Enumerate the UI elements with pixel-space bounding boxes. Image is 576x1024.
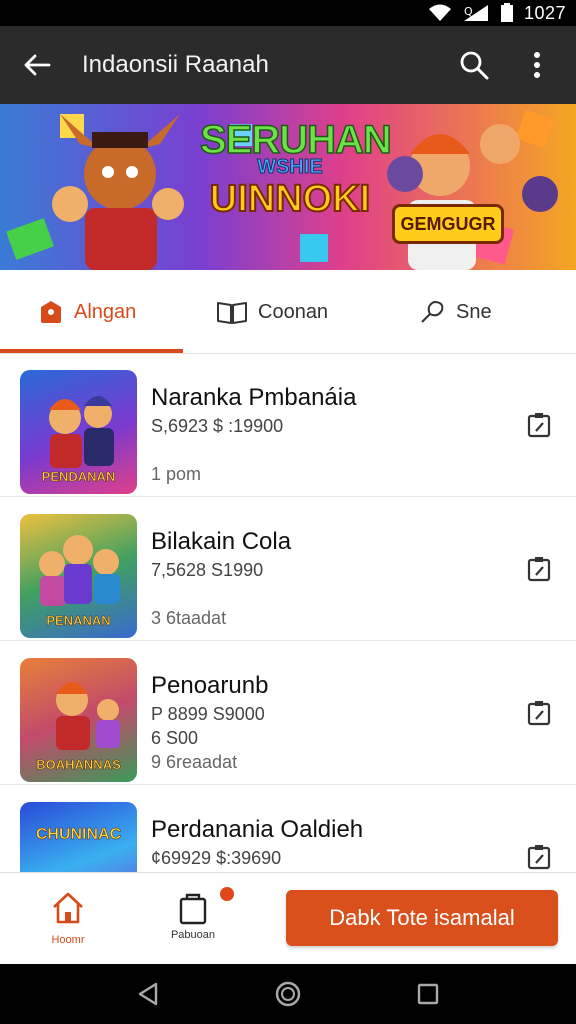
tab-alngan[interactable]: Alngan bbox=[38, 270, 136, 354]
active-tab-indicator bbox=[0, 349, 183, 353]
book-icon bbox=[217, 302, 247, 324]
status-time: 1027 bbox=[523, 2, 566, 23]
orders-nav-button[interactable]: Pabuoan bbox=[155, 887, 234, 957]
list-item[interactable]: PENDANAN Naranka Pmbanáia S,6923 $ :1990… bbox=[0, 354, 576, 497]
svg-text:Q: Q bbox=[464, 5, 473, 18]
item-thumbnail: PENDANAN bbox=[20, 370, 137, 494]
wifi-icon bbox=[428, 3, 452, 23]
home-label: Hoomr bbox=[51, 934, 85, 946]
list-item[interactable]: PENANAN Bilakain Cola 7,5628 S1990 3 6ta… bbox=[0, 498, 576, 641]
battery-icon bbox=[500, 3, 514, 23]
item-price: P 8899 S9000 bbox=[151, 704, 265, 724]
tab-coonan[interactable]: Coonan bbox=[216, 270, 328, 354]
item-price: S,6923 $ :19900 bbox=[151, 416, 284, 436]
primary-cta-button[interactable]: Dabk Tote isamalal bbox=[286, 890, 558, 946]
back-button[interactable] bbox=[18, 46, 56, 84]
promo-banner[interactable]: SERUHAN WSHIE UINNOKI bbox=[0, 104, 576, 270]
nav-back-button[interactable] bbox=[134, 980, 162, 1008]
status-bar: Q 1027 bbox=[0, 0, 576, 26]
banner-title: SERUHAN WSHIE UINNOKI bbox=[199, 118, 392, 220]
search-button[interactable] bbox=[455, 46, 493, 84]
clipboard-icon bbox=[527, 413, 551, 438]
item-list: PENDANAN Naranka Pmbanáia S,6923 $ :1990… bbox=[0, 354, 576, 872]
triangle-back-icon bbox=[138, 982, 158, 1006]
item-title: Bilakain Cola bbox=[151, 528, 292, 555]
item-price-secondary: 6 S00 bbox=[151, 728, 199, 748]
item-thumbnail: BOAHANNAS bbox=[20, 658, 137, 782]
item-meta: 3 6taadat bbox=[151, 608, 227, 628]
circle-home-icon bbox=[275, 981, 301, 1007]
tab-bar: Alngan Coonan Sne bbox=[0, 270, 576, 354]
item-title: Perdanania Oaldieh bbox=[151, 816, 364, 843]
notification-badge bbox=[220, 887, 234, 901]
clipboard-icon bbox=[527, 557, 551, 582]
item-meta: 1 pom bbox=[151, 464, 202, 484]
home-nav-button[interactable]: Hoomr bbox=[30, 891, 106, 957]
tab-label: Sne bbox=[456, 300, 492, 323]
orders-label: Pabuoan bbox=[170, 929, 216, 941]
more-options-button[interactable] bbox=[520, 46, 554, 84]
item-action-button[interactable] bbox=[524, 698, 554, 728]
tab-label: Alngan bbox=[74, 300, 137, 323]
item-action-button[interactable] bbox=[524, 842, 554, 872]
clipboard-icon bbox=[527, 845, 551, 870]
item-thumbnail: CHUNINAC bbox=[20, 802, 137, 872]
square-recents-icon bbox=[417, 983, 439, 1005]
list-item[interactable]: BOAHANNAS Penoarunb P 8899 S9000 6 S00 9… bbox=[0, 642, 576, 785]
arrow-left-icon bbox=[24, 54, 51, 76]
item-price: ¢69929 $:39690 bbox=[151, 848, 282, 868]
signal-icon: Q bbox=[462, 3, 490, 23]
nav-recents-button[interactable] bbox=[414, 980, 442, 1008]
more-vertical-icon bbox=[534, 52, 540, 78]
item-action-button[interactable] bbox=[524, 554, 554, 584]
search-icon bbox=[460, 51, 489, 80]
banner-badge: GEMGUGR bbox=[392, 204, 504, 244]
nav-home-button[interactable] bbox=[274, 980, 302, 1008]
bottom-action-bar: Hoomr Pabuoan Dabk Tote isamalal bbox=[0, 872, 576, 964]
item-thumbnail: PENANAN bbox=[20, 514, 137, 638]
item-price: 7,5628 S1990 bbox=[151, 560, 264, 580]
clipboard-icon bbox=[527, 701, 551, 726]
tab-sne[interactable]: Sne bbox=[418, 270, 492, 354]
orders-icon bbox=[179, 893, 207, 925]
page-title: Indaonsii Raanah bbox=[82, 51, 269, 78]
item-title: Naranka Pmbanáia bbox=[151, 384, 357, 411]
tag-icon bbox=[41, 301, 61, 323]
app-bar: Indaonsii Raanah bbox=[0, 26, 576, 104]
system-nav-bar bbox=[0, 964, 576, 1024]
item-action-button[interactable] bbox=[524, 410, 554, 440]
list-item[interactable]: CHUNINAC Perdanania Oaldieh ¢69929 $:396… bbox=[0, 786, 576, 872]
tab-label: Coonan bbox=[258, 300, 329, 323]
home-icon bbox=[53, 892, 83, 924]
item-meta: 9 6reaadat bbox=[151, 752, 238, 772]
item-title: Penoarunb bbox=[151, 672, 269, 699]
pin-icon bbox=[421, 301, 444, 323]
